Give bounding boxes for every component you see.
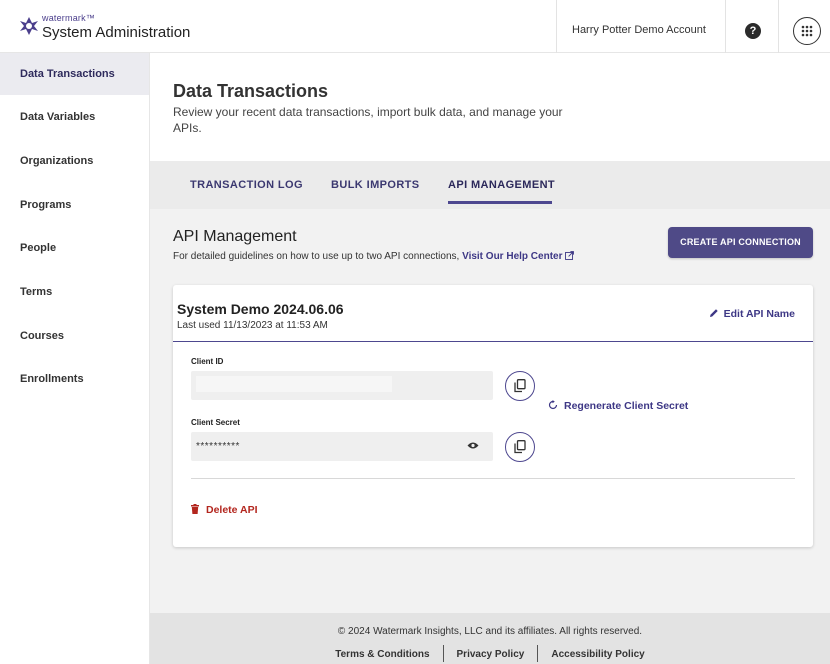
sidebar-item-courses[interactable]: Courses <box>0 315 149 357</box>
edit-api-name-button[interactable]: Edit API Name <box>709 308 795 320</box>
delete-api-label: Delete API <box>206 504 258 516</box>
tab-bulk-imports[interactable]: BULK IMPORTS <box>331 179 420 191</box>
api-name: System Demo 2024.06.06 <box>177 301 344 317</box>
account-name[interactable]: Harry Potter Demo Account <box>572 24 706 36</box>
client-id-label: Client ID <box>191 357 224 366</box>
section-description: For detailed guidelines on how to use up… <box>173 251 575 262</box>
sidebar-item-people[interactable]: People <box>0 227 149 269</box>
refresh-icon <box>548 400 558 410</box>
sidebar-item-programs[interactable]: Programs <box>0 184 149 226</box>
accessibility-policy-link[interactable]: Accessibility Policy <box>538 649 657 660</box>
client-secret-field[interactable]: ********** <box>191 432 493 461</box>
sidebar-item-data-variables[interactable]: Data Variables <box>0 96 149 138</box>
page-title: Data Transactions <box>173 81 329 101</box>
create-api-connection-button[interactable]: CREATE API CONNECTION <box>668 227 813 258</box>
tab-api-management[interactable]: API MANAGEMENT <box>448 179 555 191</box>
regenerate-client-secret-button[interactable]: Regenerate Client Secret <box>548 400 688 412</box>
copy-client-secret-button[interactable] <box>505 432 535 462</box>
header-divider <box>556 0 557 53</box>
tab-bar: TRANSACTION LOG BULK IMPORTS API MANAGEM… <box>150 161 830 209</box>
client-id-value <box>196 376 392 392</box>
page-header: Data Transactions Review your recent dat… <box>150 53 830 161</box>
main-content: Data Transactions Review your recent dat… <box>150 53 830 664</box>
last-used-timestamp: Last used 11/13/2023 at 11:53 AM <box>177 320 328 331</box>
eye-icon[interactable] <box>467 441 479 450</box>
brand-name: watermark™ <box>42 13 96 23</box>
terms-conditions-link[interactable]: Terms & Conditions <box>322 649 442 660</box>
trash-icon <box>191 504 199 514</box>
external-link-icon[interactable] <box>565 251 575 260</box>
header-divider <box>725 0 726 53</box>
footer: © 2024 Watermark Insights, LLC and its a… <box>150 613 830 664</box>
edit-api-name-label: Edit API Name <box>723 308 795 320</box>
apps-grid-icon <box>801 25 813 37</box>
api-connection-card: System Demo 2024.06.06 Last used 11/13/2… <box>173 285 813 547</box>
page-subtitle: Review your recent data transactions, im… <box>173 105 563 135</box>
footer-links: Terms & Conditions Privacy Policy Accessib… <box>150 645 830 662</box>
top-bar: watermark™ System Administration Harry P… <box>0 0 830 53</box>
client-id-field[interactable] <box>191 371 493 400</box>
sidebar-item-enrollments[interactable]: Enrollments <box>0 358 149 400</box>
sidebar-item-data-transactions[interactable]: Data Transactions <box>0 53 149 95</box>
section-title: API Management <box>173 228 297 245</box>
copy-icon <box>514 379 526 393</box>
apps-grid-button[interactable] <box>793 17 821 45</box>
tab-transaction-log[interactable]: TRANSACTION LOG <box>190 179 303 191</box>
client-secret-value: ********** <box>196 441 240 452</box>
header-divider <box>778 0 779 53</box>
card-divider <box>191 478 795 479</box>
pencil-icon <box>709 309 718 317</box>
help-center-link[interactable]: Visit Our Help Center <box>462 251 562 262</box>
sidebar: Data Transactions Data Variables Organiz… <box>0 53 150 664</box>
copy-client-id-button[interactable] <box>505 371 535 401</box>
app-title: System Administration <box>42 24 191 41</box>
sidebar-item-terms[interactable]: Terms <box>0 271 149 313</box>
delete-api-button[interactable]: Delete API <box>191 504 258 516</box>
copy-icon <box>514 440 526 454</box>
copyright-text: © 2024 Watermark Insights, LLC and its a… <box>337 626 643 637</box>
watermark-logo[interactable] <box>18 15 40 37</box>
help-icon[interactable]: ? <box>745 23 761 39</box>
active-tab-indicator <box>448 201 552 204</box>
client-secret-label: Client Secret <box>191 418 240 427</box>
sidebar-item-organizations[interactable]: Organizations <box>0 140 149 182</box>
privacy-policy-link[interactable]: Privacy Policy <box>444 649 538 660</box>
card-header: System Demo 2024.06.06 Last used 11/13/2… <box>173 285 813 342</box>
regenerate-label: Regenerate Client Secret <box>564 400 689 412</box>
description-text: For detailed guidelines on how to use up… <box>173 251 463 262</box>
